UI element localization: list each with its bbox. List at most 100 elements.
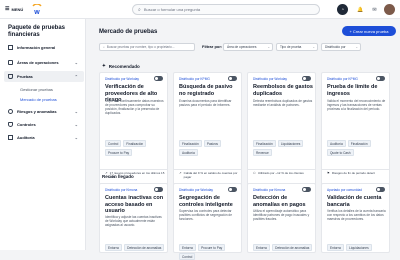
sidebar-subitem-test-market[interactable]: Mercado de pruebas bbox=[20, 97, 57, 102]
card-footer: ⚑ Riesgos de fin de periodo detect bbox=[327, 171, 387, 176]
chevron-down-icon: ⌄ bbox=[312, 45, 315, 49]
card-title: Validación de cuenta bancaria bbox=[327, 195, 382, 208]
trend-icon: ↗ bbox=[179, 171, 182, 175]
tag: Control bbox=[179, 253, 196, 260]
test-card[interactable]: Distribuido por Kimona Detección de anom… bbox=[247, 183, 316, 253]
sidebar-item-label: Controles bbox=[17, 122, 36, 127]
test-card[interactable]: Distribuido por Workday Segregación de c… bbox=[173, 183, 242, 260]
global-search-placeholder: Buscar o formular una pregunta bbox=[143, 7, 201, 12]
card-title: Cuentas inactivas con acceso basado en u… bbox=[105, 195, 164, 214]
svg-text:w: w bbox=[33, 9, 40, 15]
select-label: Distribuido por bbox=[325, 45, 346, 49]
global-search-input[interactable]: ⌕ Buscar o formular una pregunta bbox=[132, 4, 320, 15]
users-icon: ⚇ bbox=[253, 171, 256, 175]
tag: Revenue bbox=[253, 149, 272, 156]
tag: Quote to Cash bbox=[327, 149, 354, 156]
sparkle-icon: ✦ bbox=[102, 63, 106, 68]
tag: Finalización bbox=[179, 140, 202, 147]
card-distributor: Distribuido por KPMG bbox=[179, 77, 210, 81]
test-card[interactable]: Distribuido por Workday Reembolsos de ga… bbox=[247, 72, 316, 186]
tag: Pasivos bbox=[203, 140, 222, 147]
search-icon: ⌕ bbox=[138, 6, 141, 13]
sidebar-item-controls[interactable]: Controles ⌄ bbox=[4, 119, 84, 130]
test-card[interactable]: Distribuido por KPMG Búsqueda de pasivo … bbox=[173, 72, 242, 186]
card-distributor: Distribuido por Workday bbox=[179, 188, 213, 192]
tag: Auditoría bbox=[179, 149, 198, 156]
card-divider bbox=[174, 169, 241, 170]
card-toggle[interactable] bbox=[376, 187, 385, 192]
test-card[interactable]: Distribuido por KPMG Prueba de límite de… bbox=[321, 72, 390, 186]
card-toggle[interactable] bbox=[302, 76, 311, 81]
card-toggle[interactable] bbox=[228, 76, 237, 81]
sidebar-item-risks[interactable]: Riesgos y anomalías ⌄ bbox=[4, 106, 84, 117]
card-toggle[interactable] bbox=[302, 187, 311, 192]
tag: Liquidaciones bbox=[277, 140, 304, 147]
chevron-down-icon: ⌄ bbox=[74, 122, 78, 127]
sidebar-item-label: Áreas de operaciones bbox=[17, 60, 59, 65]
hamburger-icon: ☰ bbox=[5, 6, 10, 12]
chevron-down-icon: ⌄ bbox=[74, 60, 78, 65]
user-avatar[interactable] bbox=[384, 4, 395, 15]
card-distributor: Distribuido por Workday bbox=[105, 77, 139, 81]
card-tags: Entorno Procure to Pay Control bbox=[179, 244, 239, 260]
card-title: Segregación de controles inteligente bbox=[179, 195, 233, 208]
sidebar-item-operations[interactable]: Áreas de operaciones ⌄ bbox=[4, 57, 84, 68]
menu-button[interactable]: ☰ MENÚ bbox=[5, 6, 23, 12]
section-title-label: Recomendado bbox=[108, 63, 140, 69]
sidebar-item-tests[interactable]: Pruebas ⌃ bbox=[4, 71, 84, 82]
select-label: Tipo de prueba bbox=[280, 45, 302, 49]
test-search-input[interactable]: ⌕ Buscar pruebas por nombre, tipo o prop… bbox=[99, 43, 195, 51]
flask-icon bbox=[8, 74, 13, 79]
tag: Auditoría bbox=[327, 140, 346, 147]
card-footer-text: Calida del 9 % en saldos de cuentas por … bbox=[183, 171, 238, 179]
notifications-icon[interactable]: 🔔 bbox=[355, 4, 366, 15]
assistant-icon[interactable]: ◔ bbox=[337, 4, 348, 15]
chevron-up-icon: ⌃ bbox=[74, 74, 78, 79]
card-title: Detección de anomalías en pagos bbox=[253, 195, 306, 208]
test-card[interactable]: Distribuido por Kimona Cuentas inactivas… bbox=[99, 183, 168, 253]
operations-area-select[interactable]: Área de operaciones ⌄ bbox=[223, 43, 273, 51]
card-description: Identifica y adjuste las cuentas inactiv… bbox=[105, 215, 162, 227]
card-title: Reembolsos de gastos duplicados bbox=[253, 84, 313, 97]
flag-icon: ⚑ bbox=[327, 171, 330, 175]
card-description: Verifica los detalles de la cuenta banca… bbox=[327, 209, 386, 221]
sidebar-item-audit[interactable]: Auditoría ⌄ bbox=[4, 132, 84, 143]
test-card[interactable]: Aportado por comunidad Validación de cue… bbox=[321, 183, 390, 253]
test-card[interactable]: Distribuido por Workday Verificación de … bbox=[99, 72, 168, 186]
card-toggle[interactable] bbox=[154, 76, 163, 81]
filter-bar: ⌕ Buscar pruebas por nombre, tipo o prop… bbox=[99, 43, 397, 51]
card-description: Supervisa continuamente datos maestros d… bbox=[105, 99, 164, 115]
tag: Finalización bbox=[253, 140, 276, 147]
chevron-down-icon: ⌄ bbox=[74, 109, 78, 114]
layers-icon bbox=[8, 60, 13, 65]
card-toggle[interactable] bbox=[154, 187, 163, 192]
card-toggle[interactable] bbox=[228, 187, 237, 192]
workday-logo[interactable]: w bbox=[31, 4, 43, 15]
card-description: Utiliza el aprendizaje automático para i… bbox=[253, 209, 310, 221]
distributor-select[interactable]: Distribuido por ⌄ bbox=[321, 43, 361, 51]
create-test-button[interactable]: + Crear nueva prueba bbox=[342, 26, 396, 36]
sidebar-subitem-manage-tests[interactable]: Gestionar pruebas bbox=[20, 87, 53, 92]
card-footer-text: Utilizado por ~12 % de los clientes bbox=[257, 171, 304, 175]
grid-icon bbox=[8, 45, 13, 50]
section-title-new-arrivals: Recién llegado bbox=[102, 174, 134, 179]
card-tags: Finalización Liquidaciones Revenue bbox=[253, 140, 313, 156]
select-label: Área de operaciones bbox=[227, 45, 257, 49]
card-footer: ↗ Calida del 9 % en saldos de cuentas po… bbox=[179, 171, 239, 180]
page-title: Mercado de pruebas bbox=[99, 29, 158, 35]
test-search-placeholder: Buscar pruebas por nombre, tipo o propie… bbox=[106, 45, 175, 49]
inbox-icon[interactable]: ✉ bbox=[369, 4, 380, 15]
chevron-down-icon: ⌄ bbox=[74, 135, 78, 140]
sidebar-item-label: Auditoría bbox=[17, 135, 35, 140]
test-type-select[interactable]: Tipo de prueba ⌄ bbox=[276, 43, 318, 51]
card-toggle[interactable] bbox=[376, 76, 385, 81]
card-distributor: Aportado por comunidad bbox=[327, 188, 362, 192]
sidebar-item-label: Pruebas bbox=[17, 74, 33, 79]
sidebar-item-overview[interactable]: Información general bbox=[4, 42, 84, 53]
sidebar-item-label: Riesgos y anomalías bbox=[17, 109, 57, 114]
card-divider bbox=[100, 169, 167, 170]
card-description: Detecta reembolsos duplicados de gastos … bbox=[253, 99, 313, 107]
card-title: Prueba de límite de ingresos bbox=[327, 84, 378, 97]
card-tags: Finalización Pasivos Auditoría bbox=[179, 140, 239, 156]
card-description: Examina documentos para identificar pasi… bbox=[179, 99, 232, 107]
